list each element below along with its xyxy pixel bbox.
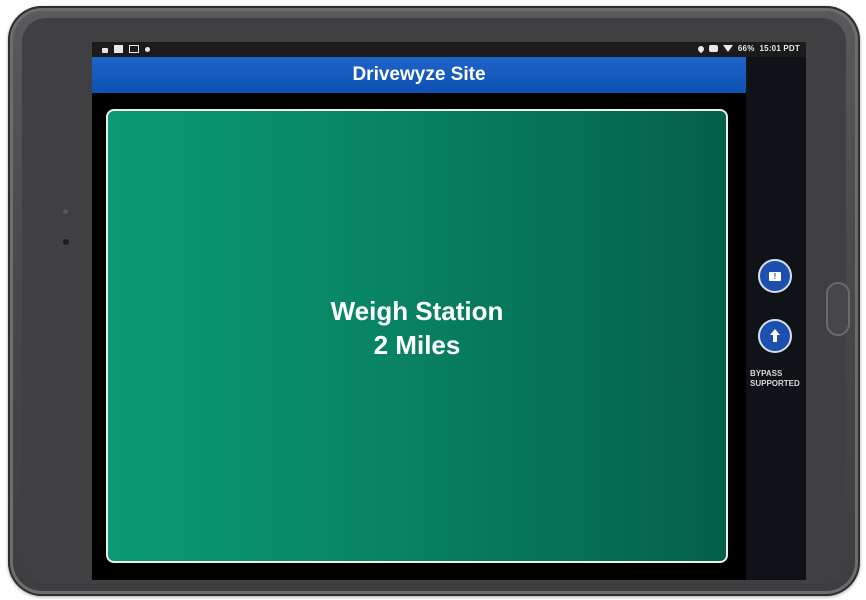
app-title: Drivewyze Site — [352, 64, 486, 85]
vibrate-icon — [708, 45, 718, 52]
app-title-bar: Drivewyze Site — [92, 57, 746, 93]
status-bar: 66% 15:01 PDT — [92, 42, 806, 57]
status-right: 66% 15:01 PDT — [696, 44, 800, 53]
wifi-icon — [722, 45, 733, 52]
light-sensor — [63, 209, 68, 214]
arrow-up-icon — [769, 329, 781, 343]
tablet-screen: 66% 15:01 PDT Drivewyze Site Weigh Stati… — [92, 42, 806, 580]
battery-level: 66% — [737, 44, 755, 53]
bypass-label-line1: BYPASS — [750, 369, 783, 378]
status-left-icons — [102, 45, 150, 53]
report-button[interactable]: ! — [758, 259, 792, 293]
alert-distance: 2 Miles — [373, 330, 461, 360]
weigh-station-alert[interactable]: Weigh Station 2 Miles — [106, 109, 728, 563]
tablet-device: 66% 15:01 PDT Drivewyze Site Weigh Stati… — [8, 6, 860, 596]
bypass-supported-label: BYPASS SUPPORTED — [750, 369, 806, 389]
report-icon: ! — [769, 271, 781, 281]
main-area: Weigh Station 2 Miles — [92, 93, 746, 580]
bypass-button[interactable] — [758, 319, 792, 353]
front-camera — [63, 239, 69, 245]
side-rail: ! BYPASS SUPPORTED — [746, 57, 806, 580]
home-button[interactable] — [826, 282, 850, 336]
image-icon — [129, 45, 139, 53]
bypass-label-line2: SUPPORTED — [750, 379, 800, 388]
alert-title: Weigh Station — [330, 296, 504, 326]
alert-text: Weigh Station 2 Miles — [331, 294, 504, 362]
notification-icon — [114, 45, 123, 53]
clock: 15:01 PDT — [759, 44, 800, 53]
lock-icon — [102, 47, 108, 53]
pin-icon — [145, 46, 150, 52]
location-icon — [696, 44, 706, 53]
